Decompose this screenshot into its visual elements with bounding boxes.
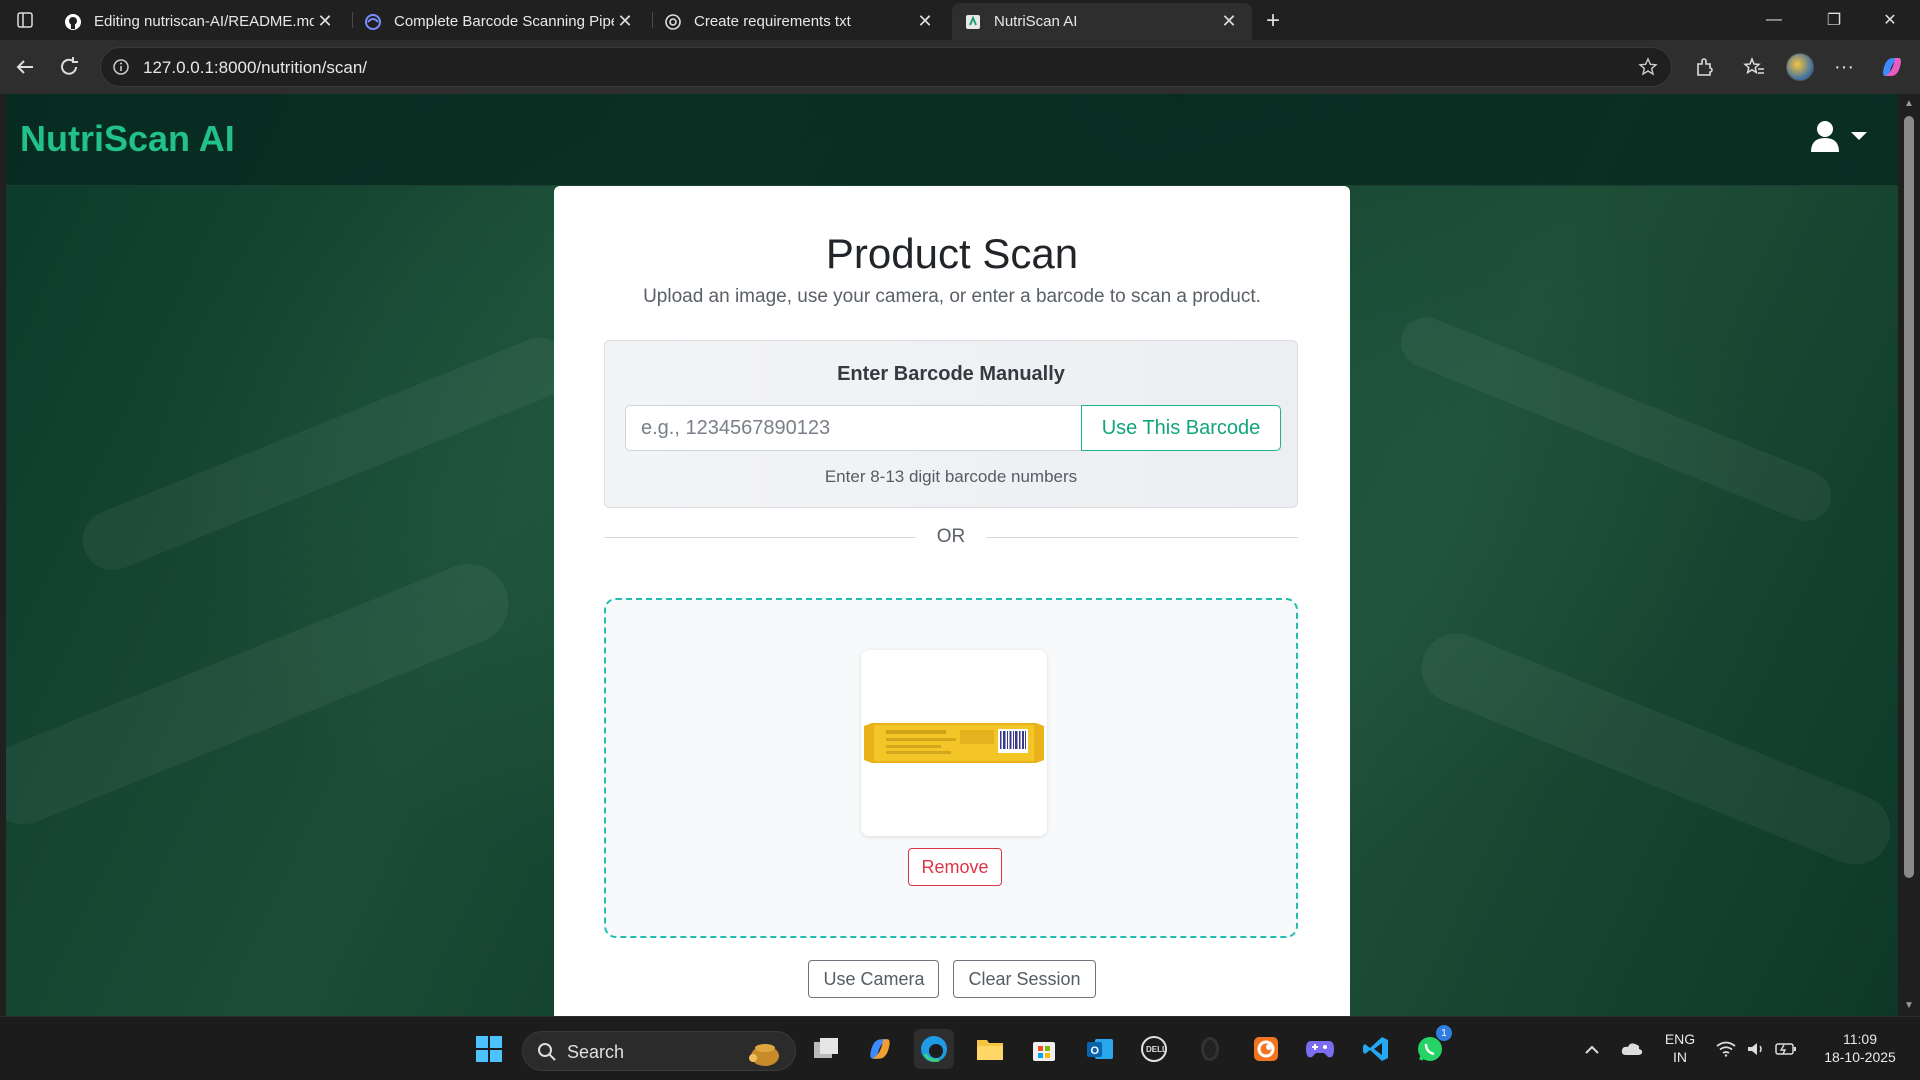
clock-time: 11:09 — [1843, 1031, 1877, 1047]
browser-toolbar: 127.0.0.1:8000/nutrition/scan/ ··· — [0, 40, 1920, 94]
microsoft-store-icon[interactable] — [1024, 1029, 1064, 1069]
tab-barcode-pipeline[interactable]: Complete Barcode Scanning Pipeline ✕ — [352, 3, 648, 40]
extensions-icon[interactable] — [1690, 53, 1718, 81]
page-scrollbar[interactable]: ▲ ▼ — [1898, 94, 1920, 1016]
notification-badge: 1 — [1436, 1025, 1452, 1041]
close-icon[interactable]: ✕ — [614, 11, 636, 33]
github-icon — [64, 13, 82, 31]
use-camera-button[interactable]: Use Camera — [808, 960, 940, 998]
vscode-icon[interactable] — [1356, 1029, 1396, 1069]
scan-card: Product Scan Upload an image, use your c… — [554, 186, 1350, 1016]
favorite-star-icon[interactable] — [1637, 56, 1659, 78]
tab-actions-icon[interactable] — [10, 8, 40, 32]
restore-button[interactable]: ❐ — [1804, 0, 1864, 40]
tab-title: Create requirements txt — [694, 13, 851, 30]
crunchyroll-icon[interactable] — [1246, 1029, 1286, 1069]
game-controller-icon[interactable] — [1300, 1029, 1340, 1069]
clear-session-button[interactable]: Clear Session — [953, 960, 1096, 998]
search-label: Search — [567, 1042, 625, 1062]
clock-date: 18-10-2025 — [1824, 1049, 1896, 1065]
outlook-icon[interactable]: O — [1080, 1029, 1120, 1069]
language-code: ENG — [1664, 1031, 1696, 1047]
region-code: IN — [1673, 1049, 1687, 1065]
background-decor — [1411, 622, 1898, 876]
windows-start-icon[interactable] — [469, 1029, 509, 1069]
page-subtitle: Upload an image, use your camera, or ent… — [643, 286, 1261, 307]
remove-image-button[interactable]: Remove — [908, 848, 1002, 886]
new-tab-button[interactable]: + — [1258, 6, 1288, 36]
scroll-down-icon[interactable]: ▼ — [1903, 1000, 1915, 1012]
browser-tab-strip: Editing nutriscan-AI/README.md ✕ Complet… — [0, 0, 1920, 40]
whatsapp-icon[interactable]: 1 — [1410, 1025, 1452, 1069]
manual-barcode-heading: Enter Barcode Manually — [837, 363, 1065, 385]
scrollbar-thumb[interactable] — [1904, 116, 1914, 878]
svg-text:DELL: DELL — [1146, 1045, 1167, 1054]
language-indicator[interactable]: ENG IN — [1660, 1030, 1700, 1066]
tab-nutriscan[interactable]: NutriScan AI ✕ — [952, 3, 1252, 40]
back-arrow-icon[interactable] — [10, 52, 40, 82]
claude-icon — [364, 13, 382, 31]
caret-down-icon — [1851, 132, 1867, 140]
barcode-hint: Enter 8-13 digit barcode numbers — [824, 467, 1078, 486]
divider-line — [986, 537, 1298, 538]
background-decor — [73, 328, 579, 580]
site-header: NutriScan AI — [6, 94, 1898, 186]
background-decor — [1393, 309, 1839, 529]
uploaded-image-preview — [861, 650, 1047, 836]
clock[interactable]: 11:09 18-10-2025 — [1812, 1030, 1908, 1066]
page-viewport: NutriScan AI Product Scan Upload an imag… — [6, 94, 1898, 1016]
copilot-icon[interactable] — [1878, 53, 1906, 81]
close-icon[interactable]: ✕ — [914, 11, 936, 33]
more-options-icon[interactable]: ··· — [1830, 53, 1858, 81]
edge-browser-icon[interactable] — [914, 1029, 954, 1069]
user-menu-toggle[interactable] — [1810, 120, 1868, 152]
action-buttons: Use Camera Clear Session — [554, 960, 1350, 998]
or-divider: OR — [604, 526, 1298, 550]
nutriscan-favicon-icon — [964, 13, 982, 31]
onedrive-cloud-icon[interactable] — [1614, 1029, 1650, 1069]
search-highlight-icon — [749, 1044, 779, 1066]
svg-text:O: O — [1091, 1045, 1100, 1057]
battery-icon[interactable] — [1768, 1029, 1804, 1069]
minimize-button[interactable]: — — [1744, 0, 1804, 40]
url-text[interactable]: 127.0.0.1:8000/nutrition/scan/ — [143, 58, 367, 78]
tab-title: NutriScan AI — [994, 13, 1078, 30]
close-icon[interactable]: ✕ — [314, 11, 336, 33]
close-icon[interactable]: ✕ — [1218, 11, 1240, 33]
dell-icon[interactable]: DELL — [1134, 1029, 1174, 1069]
search-icon — [538, 1043, 556, 1061]
windows-taskbar: Search O DELL 1 ENG IN 11:09 18-10-2025 — [0, 1016, 1920, 1080]
tab-readme[interactable]: Editing nutriscan-AI/README.md ✕ — [52, 3, 348, 40]
scroll-up-icon[interactable]: ▲ — [1903, 98, 1915, 110]
tab-title: Editing nutriscan-AI/README.md — [94, 13, 314, 30]
user-icon — [1811, 121, 1839, 152]
taskbar-search[interactable]: Search — [522, 1031, 796, 1071]
profile-avatar[interactable] — [1786, 53, 1814, 81]
file-explorer-icon[interactable] — [970, 1029, 1010, 1069]
page-title: Product Scan — [825, 230, 1079, 277]
brand-logo[interactable]: NutriScan AI — [20, 118, 235, 160]
tab-requirements[interactable]: Create requirements txt ✕ — [652, 3, 948, 40]
dark-app-icon[interactable] — [1190, 1029, 1230, 1069]
favorites-icon[interactable] — [1740, 53, 1768, 81]
manual-barcode-panel: Enter Barcode Manually Use This Barcode … — [604, 340, 1298, 508]
use-barcode-button[interactable]: Use This Barcode — [1081, 405, 1281, 451]
barcode-input[interactable] — [625, 405, 1081, 451]
chatgpt-icon — [664, 13, 682, 31]
tab-title: Complete Barcode Scanning Pipeline — [394, 13, 614, 30]
background-decor — [6, 552, 521, 836]
show-hidden-icons-icon[interactable] — [1574, 1029, 1610, 1069]
close-window-button[interactable]: ✕ — [1860, 0, 1920, 40]
product-wrapper-image — [864, 723, 1044, 763]
copilot-app-icon[interactable] — [860, 1029, 900, 1069]
address-bar[interactable]: 127.0.0.1:8000/nutrition/scan/ — [100, 47, 1672, 87]
task-view-icon[interactable] — [806, 1029, 846, 1069]
refresh-icon[interactable] — [54, 52, 84, 82]
site-info-icon[interactable] — [111, 57, 131, 77]
image-dropzone[interactable]: Remove — [604, 598, 1298, 938]
